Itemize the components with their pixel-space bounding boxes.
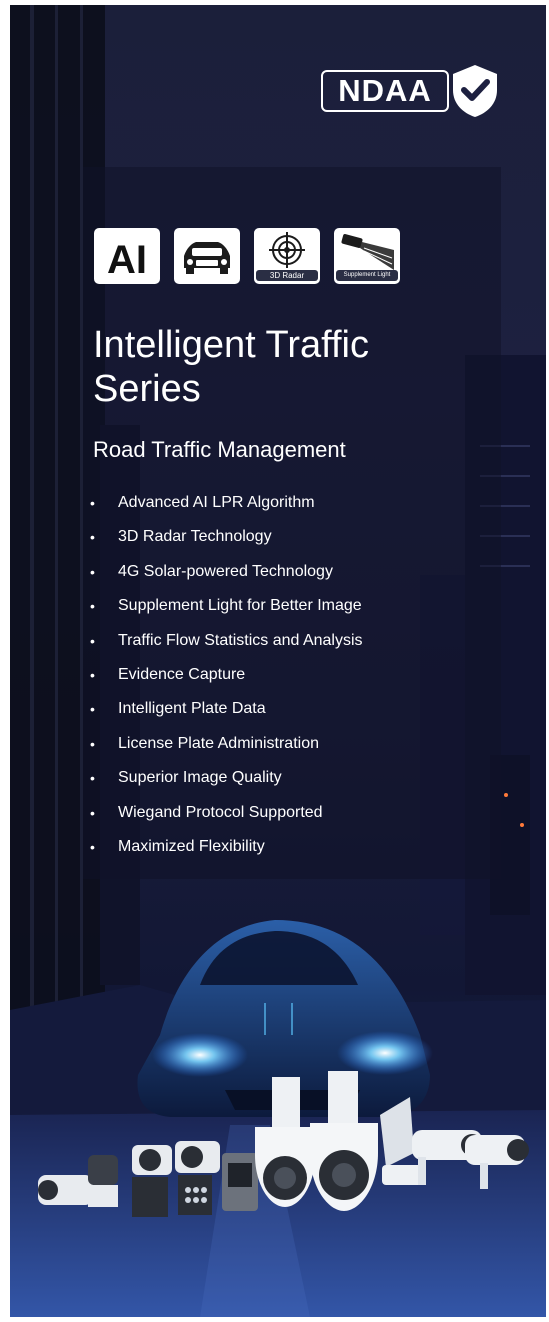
bullet-icon: • [90,529,95,546]
feature-label: Advanced AI LPR Algorithm [118,494,315,511]
product-scene [10,920,546,1317]
feature-icon-row: AI 3D Radar Supplement Light [94,228,424,288]
feature-label: License Plate Administration [118,734,319,752]
page-title: Intelligent Traffic Series [93,323,533,411]
radar-icon: 3D Radar [254,228,320,284]
headlight-left [152,1033,248,1077]
ptz-camera [328,1071,358,1123]
subtitle: Road Traffic Management [93,437,346,462]
traffic-poster: NDAA AI 3D Radar Supplement Light Intell… [10,5,546,1317]
radar-caption: 3D Radar [256,270,318,281]
feature-label: Superior Image Quality [118,769,282,787]
ai-glyph: AI [107,238,147,282]
shield-check-icon [453,65,497,117]
bullet-icon: • [90,632,95,649]
title-line-1: Intelligent Traffic [93,324,370,366]
bullet-icon: • [90,770,95,787]
supplement-light-caption: Supplement Light [336,270,398,281]
car-lpr-icon [174,228,240,284]
bullet-icon: • [90,563,95,580]
headlight-right [337,1031,433,1075]
feature-label: Evidence Capture [118,665,246,683]
title-line-2: Series [93,368,201,410]
feature-label: Wiegand Protocol Supported [118,803,323,821]
bullet-icon: • [90,735,95,752]
feature-label: 3D Radar Technology [118,528,272,546]
ndaa-badge: NDAA [321,62,499,119]
bullet-icon: • [90,838,95,855]
box-camera [88,1155,118,1185]
feature-label: Maximized Flexibility [118,837,265,855]
ptz-camera [272,1077,300,1127]
bullet-icon: • [90,495,95,511]
feature-label: Supplement Light for Better Image [118,597,362,615]
bullet-icon: • [90,701,95,718]
bullet-icon: • [90,666,95,683]
feature-label: Traffic Flow Statistics and Analysis [118,631,363,649]
feature-label: 4G Solar-powered Technology [118,562,333,580]
supplement-light-icon: Supplement Light [334,228,400,284]
ai-icon: AI [94,228,160,284]
ndaa-label: NDAA [321,70,449,112]
bullet-icon: • [90,804,95,821]
bullet-icon: • [90,598,95,615]
feature-label: Intelligent Plate Data [118,700,266,718]
